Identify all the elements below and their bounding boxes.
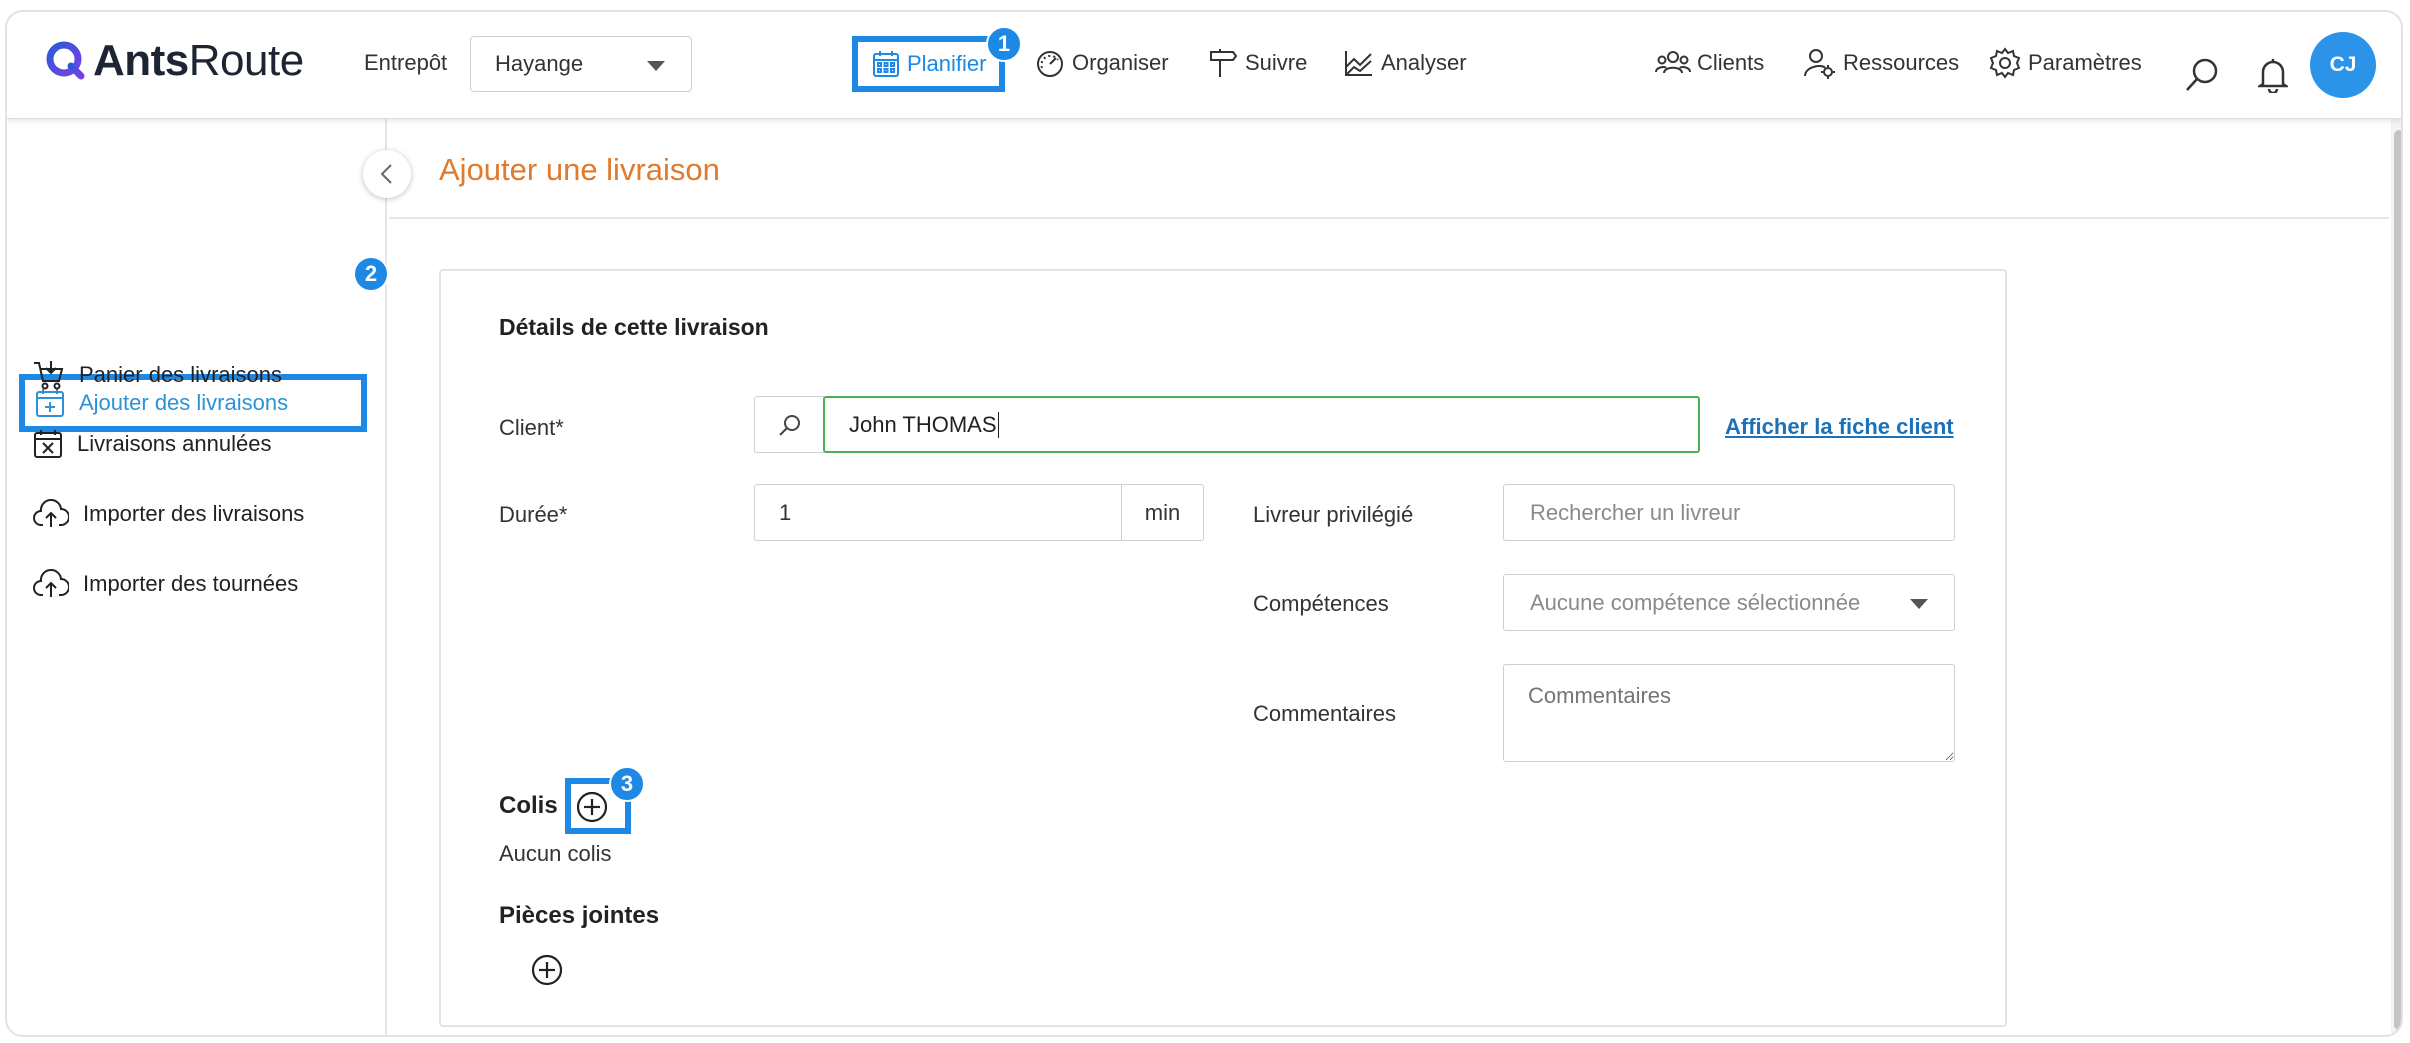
client-search-button[interactable]	[754, 396, 824, 453]
page-title: Ajouter une livraison	[439, 152, 720, 187]
plus-circle-icon	[531, 954, 563, 986]
notifications-button[interactable]	[2255, 57, 2291, 98]
duration-label: Durée*	[499, 502, 568, 527]
cloud-upload-icon	[33, 499, 69, 527]
brand-name-rest: Route	[188, 36, 304, 85]
step-badge-3: 3	[609, 766, 645, 802]
collapse-sidebar-button[interactable]	[363, 150, 411, 198]
divider	[389, 217, 2389, 219]
sidebar: Ajouter des livraisons Panier des livrai…	[7, 119, 387, 1035]
search-icon	[2186, 58, 2218, 91]
antsroute-logo[interactable]: AntsRoute	[45, 36, 304, 86]
step-badge-1: 1	[986, 26, 1022, 62]
search-icon	[778, 414, 800, 436]
nav-ressources-label: Ressources	[1843, 50, 1960, 75]
client-input[interactable]: John THOMAS	[823, 396, 1700, 453]
skills-value: Aucune compétence sélectionnée	[1530, 589, 1861, 615]
skills-label: Compétences	[1253, 591, 1389, 616]
plus-circle-icon	[576, 791, 608, 823]
skills-select[interactable]: Aucune compétence sélectionnée	[1503, 574, 1955, 631]
duration-input[interactable]: 1	[754, 484, 1122, 541]
brand-name-bold: Ants	[93, 36, 189, 85]
nav-planifier[interactable]: Planifier	[852, 36, 1006, 92]
nav-clients-label: Clients	[1697, 50, 1765, 75]
calendar-icon	[873, 51, 899, 77]
logo-icon	[46, 41, 85, 80]
gear-icon	[1989, 47, 2021, 79]
bell-icon	[2255, 59, 2291, 95]
sidebar-item-importer-livraisons[interactable]: Importer des livraisons	[33, 499, 304, 529]
nav-suivre-label: Suivre	[1245, 50, 1308, 75]
driver-label: Livreur privilégié	[1253, 502, 1414, 527]
section-title: Détails de cette livraison	[499, 314, 769, 340]
text-cursor	[997, 411, 999, 438]
warehouse-label: Entrepôt	[364, 50, 448, 75]
top-bar: AntsRoute Entrepôt Hayange Planifier 1 O…	[7, 12, 2401, 119]
calendar-x-icon	[34, 430, 62, 458]
sidebar-item-label: Livraisons annulées	[77, 431, 272, 456]
duration-value: 1	[779, 499, 792, 525]
chevron-down-icon	[647, 61, 665, 71]
nav-suivre[interactable]: Suivre	[1207, 39, 1307, 87]
sidebar-item-importer-tournees[interactable]: Importer des tournées	[33, 569, 298, 599]
attachments-title: Pièces jointes	[499, 902, 660, 929]
nav-analyser[interactable]: Analyser	[1343, 39, 1467, 87]
view-client-link[interactable]: Afficher la fiche client	[1725, 414, 1954, 440]
sidebar-item-label: Ajouter des livraisons	[79, 390, 289, 415]
nav-parametres-label: Paramètres	[2028, 50, 2142, 75]
sidebar-item-annulees[interactable]: Livraisons annulées	[33, 429, 271, 459]
calendar-plus-icon	[36, 389, 64, 417]
search-button[interactable]	[2184, 57, 2220, 98]
users-icon	[1655, 51, 1691, 74]
comments-label: Commentaires	[1253, 701, 1397, 726]
chart-icon	[1345, 51, 1372, 76]
nav-organiser[interactable]: Organiser	[1034, 39, 1169, 87]
user-gear-icon	[1804, 49, 1835, 79]
comments-textarea[interactable]	[1503, 664, 1955, 762]
nav-parametres[interactable]: Paramètres	[1988, 39, 2142, 87]
cart-icon	[34, 361, 64, 390]
driver-placeholder: Rechercher un livreur	[1530, 499, 1741, 525]
cloud-upload-icon	[33, 569, 69, 597]
client-label: Client*	[499, 415, 564, 440]
chevron-down-icon	[1910, 599, 1928, 609]
nav-organiser-label: Organiser	[1072, 50, 1169, 75]
gauge-icon	[1037, 51, 1063, 77]
warehouse-select[interactable]: Hayange	[470, 36, 692, 92]
client-value: John THOMAS	[849, 411, 997, 437]
nav-analyser-label: Analyser	[1381, 50, 1467, 75]
no-parcels-text: Aucun colis	[499, 841, 612, 866]
step-badge-2: 2	[353, 256, 389, 292]
add-parcel-button[interactable]	[575, 790, 609, 824]
user-avatar[interactable]: CJ	[2310, 32, 2376, 98]
nav-planifier-label: Planifier	[907, 51, 987, 76]
parcels-title: Colis	[499, 792, 558, 819]
sidebar-item-label: Importer des livraisons	[83, 501, 305, 526]
duration-unit-label: min	[1144, 499, 1181, 525]
nav-clients[interactable]: Clients	[1655, 39, 1764, 87]
add-attachment-button[interactable]	[530, 953, 564, 987]
driver-search-input[interactable]: Rechercher un livreur	[1503, 484, 1955, 541]
sidebar-item-label: Panier des livraisons	[79, 362, 282, 387]
warehouse-value: Hayange	[495, 51, 584, 76]
chevron-left-icon	[380, 164, 392, 184]
sidebar-item-panier[interactable]: Panier des livraisons	[33, 359, 282, 391]
sidebar-item-label: Importer des tournées	[83, 571, 299, 596]
delivery-form-card	[439, 269, 2007, 1027]
app-window: AntsRoute Entrepôt Hayange Planifier 1 O…	[5, 10, 2403, 1037]
nav-ressources[interactable]: Ressources	[1803, 39, 1959, 87]
signpost-icon	[1210, 49, 1238, 77]
duration-unit: min	[1121, 484, 1204, 541]
scrollbar-thumb[interactable]	[2394, 130, 2401, 1030]
